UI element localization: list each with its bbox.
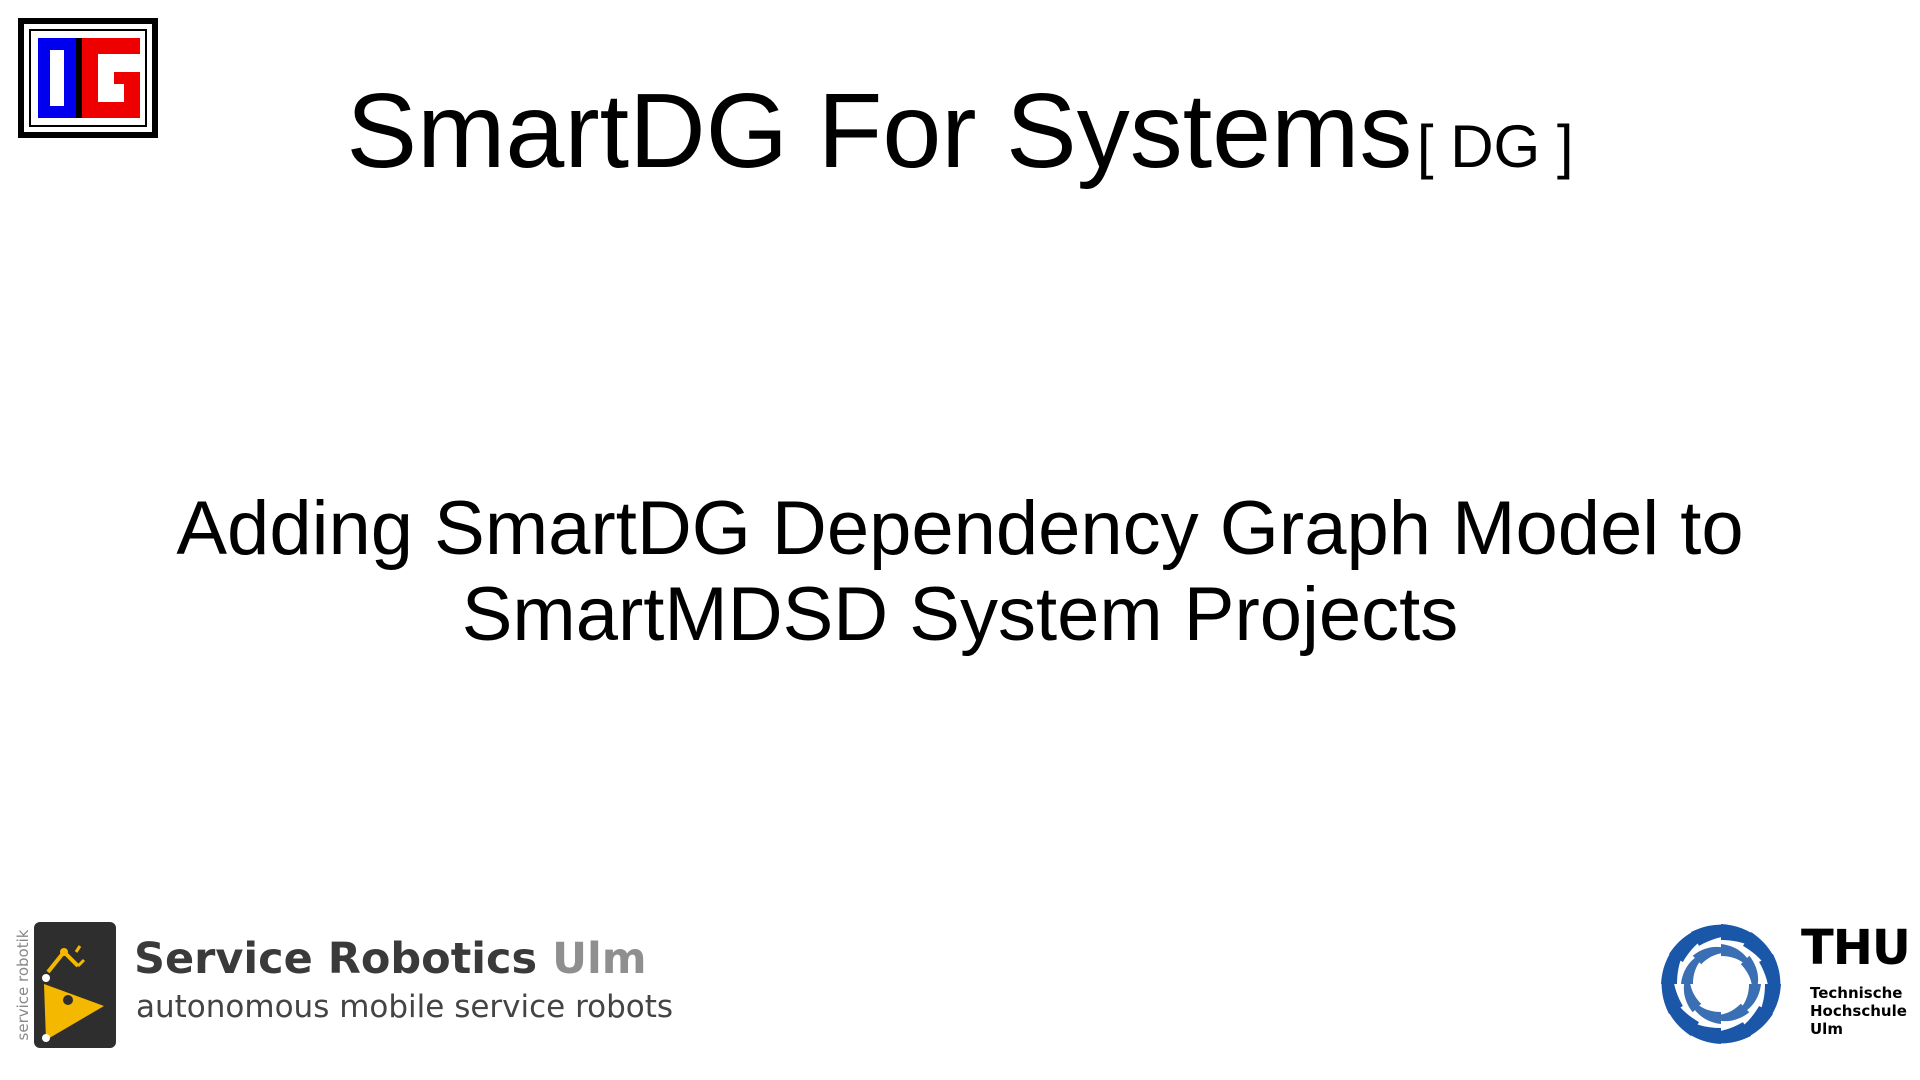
- robot-arm-icon: [34, 922, 116, 1048]
- service-robotics-ulm: Ulm: [552, 934, 647, 984]
- subtitle-line-1: Adding SmartDG Dependency Graph Model to: [176, 486, 1744, 571]
- page-title: SmartDG For Systems [ DG ]: [0, 78, 1920, 184]
- title-tag: [ DG ]: [1416, 113, 1574, 180]
- subtitle: Adding SmartDG Dependency Graph Model to…: [60, 486, 1860, 658]
- thu-full-name: Technische Hochschule Ulm: [1810, 984, 1907, 1038]
- service-robotics-logo: service robotik Service Robotics Ulm aut…: [12, 918, 712, 1052]
- service-robotics-name: Service Robotics Ulm: [134, 934, 647, 984]
- thu-line-3: Ulm: [1810, 1020, 1843, 1038]
- title-main: SmartDG For Systems: [346, 72, 1413, 190]
- subtitle-line-2: SmartMDSD System Projects: [461, 572, 1459, 657]
- service-robotik-vertical-text: service robotik: [14, 929, 32, 1041]
- thu-abbreviation: THU: [1801, 920, 1911, 976]
- thu-swirl-icon: [1655, 920, 1787, 1048]
- thu-line-2: Hochschule: [1810, 1002, 1907, 1020]
- thu-logo: THU Technische Hochschule Ulm: [1655, 918, 1915, 1052]
- slide: SmartDG For Systems [ DG ] Adding SmartD…: [0, 0, 1920, 1080]
- service-robotics-tagline: autonomous mobile service robots: [136, 989, 674, 1025]
- thu-line-1: Technische: [1810, 984, 1903, 1002]
